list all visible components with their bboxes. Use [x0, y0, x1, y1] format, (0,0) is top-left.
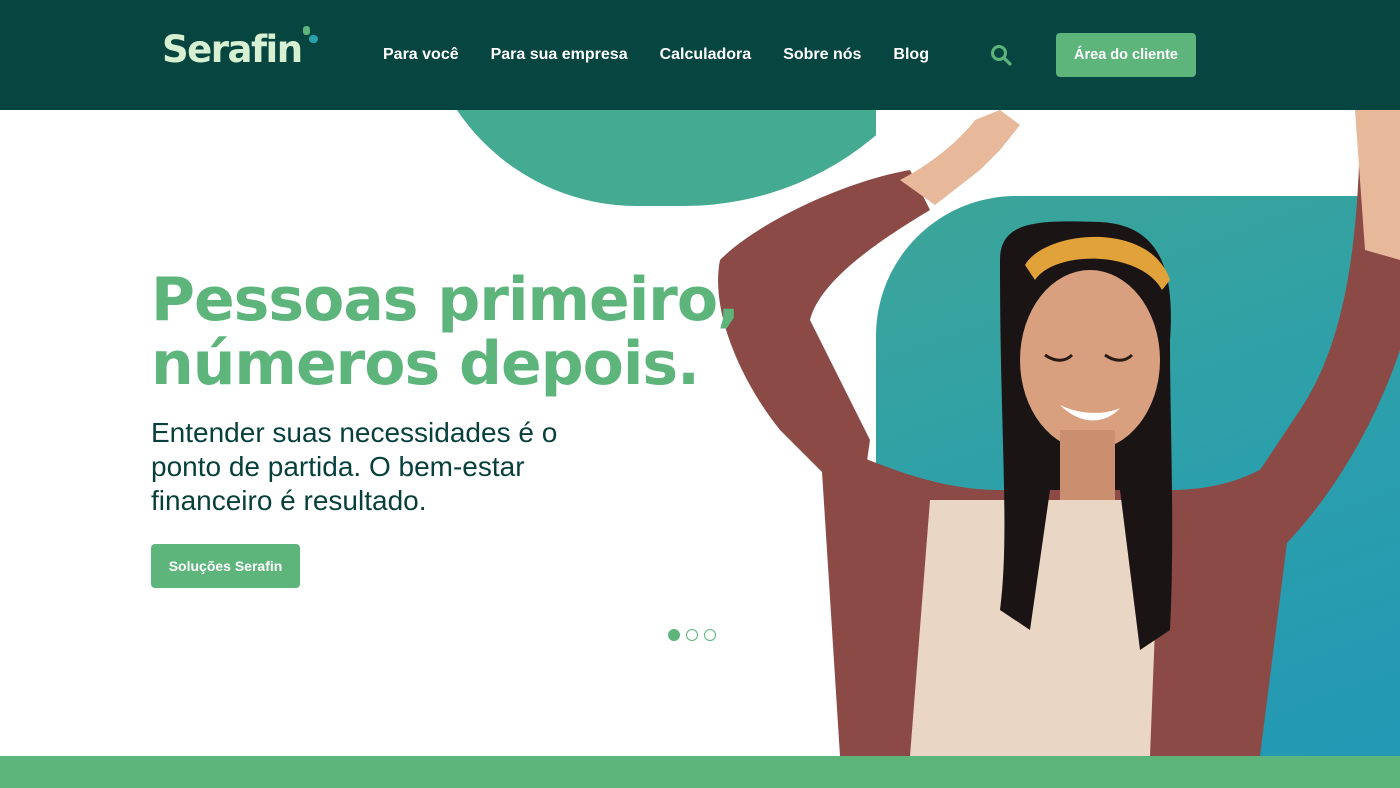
hero-title-line-1: Pessoas primeiro,	[151, 265, 740, 335]
client-area-button[interactable]: Área do cliente	[1056, 33, 1196, 77]
search-icon[interactable]	[990, 44, 1012, 66]
logo-text: Serafin	[162, 28, 303, 71]
carousel-dot-1[interactable]	[668, 629, 680, 641]
nav-item-calculadora[interactable]: Calculadora	[660, 44, 752, 66]
site-header: Serafin Para você Para sua empresa Calcu…	[0, 0, 1400, 110]
carousel-dot-2[interactable]	[686, 629, 698, 641]
carousel-indicators	[668, 629, 716, 641]
nav-item-para-voce[interactable]: Para você	[383, 44, 459, 66]
nav-item-para-sua-empresa[interactable]: Para sua empresa	[491, 44, 628, 66]
solucoes-serafin-button[interactable]: Soluções Serafin	[151, 544, 300, 588]
footer-band	[0, 756, 1400, 788]
nav-item-blog[interactable]: Blog	[893, 44, 929, 66]
logo-mark-icon	[302, 26, 318, 43]
nav-item-sobre-nos[interactable]: Sobre nós	[783, 44, 861, 66]
hero-title: Pessoas primeiro, números depois.	[151, 268, 751, 396]
main-nav: Para você Para sua empresa Calculadora S…	[383, 44, 961, 66]
carousel-dot-3[interactable]	[704, 629, 716, 641]
page: Serafin Para você Para sua empresa Calcu…	[0, 0, 1400, 788]
hero-subtitle: Entender suas necessidades é o ponto de …	[151, 417, 558, 516]
hero-title-line-2: números depois.	[151, 329, 700, 399]
logo[interactable]: Serafin	[162, 26, 319, 72]
hero-person-image	[718, 110, 1400, 756]
